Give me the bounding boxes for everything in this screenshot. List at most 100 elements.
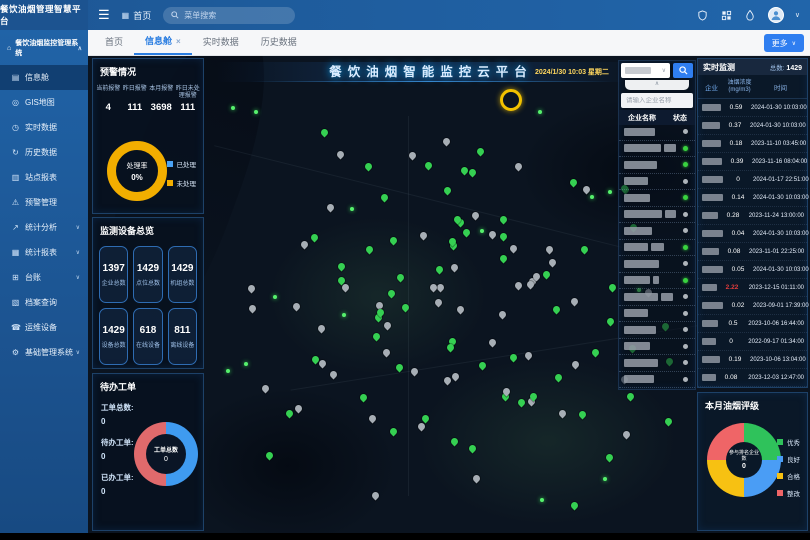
map-pin[interactable]	[372, 332, 382, 342]
map-pin[interactable]	[410, 367, 420, 377]
sidebar-item-gis-map[interactable]: ◎GIS地图	[0, 90, 88, 115]
map-pin[interactable]	[300, 240, 310, 250]
tab-history-data[interactable]: 历史数据	[250, 30, 308, 55]
map-pin[interactable]	[606, 317, 616, 327]
company-row[interactable]	[619, 273, 695, 290]
company-row[interactable]	[619, 157, 695, 174]
map-online-dot[interactable]	[480, 229, 484, 233]
map-pin[interactable]	[450, 263, 460, 273]
map-pin[interactable]	[387, 289, 397, 299]
map-pin[interactable]	[499, 215, 509, 225]
map-pin[interactable]	[292, 302, 302, 312]
realtime-row[interactable]: 0.042024-01-30 10:03:00	[698, 225, 807, 243]
company-select[interactable]: ∨	[621, 63, 670, 78]
map-pin[interactable]	[626, 392, 636, 402]
map-pin[interactable]	[359, 393, 369, 403]
map-pin[interactable]	[451, 372, 461, 382]
map-pin[interactable]	[514, 162, 524, 172]
map-pin[interactable]	[664, 417, 674, 427]
realtime-row[interactable]: 0.082023-11-01 22:25:00	[698, 243, 807, 261]
map-online-dot[interactable]	[540, 498, 544, 502]
map-pin[interactable]	[570, 501, 580, 511]
map-pin[interactable]	[554, 373, 564, 383]
map-pin[interactable]	[488, 338, 498, 348]
map-pin[interactable]	[548, 258, 558, 268]
realtime-row[interactable]: 02022-09-17 01:34:00	[698, 333, 807, 351]
map-pin[interactable]	[580, 245, 590, 255]
sidebar-item-dashboard[interactable]: ▤信息舱	[0, 65, 88, 90]
map-pin[interactable]	[462, 228, 472, 238]
realtime-row[interactable]: 0.52023-10-06 16:44:00	[698, 315, 807, 333]
map-pin[interactable]	[389, 236, 399, 246]
map-pin[interactable]	[389, 427, 399, 437]
sidebar-item-ledger[interactable]: ⊞台账∨	[0, 265, 88, 290]
map-pin[interactable]	[419, 231, 429, 241]
company-search-button[interactable]	[673, 63, 693, 78]
map-pin[interactable]	[317, 324, 327, 334]
map-pin[interactable]	[517, 398, 527, 408]
sidebar-item-device-ops[interactable]: ☎运维设备	[0, 315, 88, 340]
map-pin[interactable]	[509, 353, 519, 363]
realtime-row[interactable]: 0.022023-09-01 17:39:00	[698, 297, 807, 315]
map-pin[interactable]	[429, 283, 439, 293]
map-pin[interactable]	[514, 281, 524, 291]
map-online-dot[interactable]	[244, 362, 248, 366]
map-pin[interactable]	[456, 305, 466, 315]
sidebar-item-statistics-report[interactable]: ▦统计报表∨	[0, 240, 88, 265]
map-pin[interactable]	[395, 363, 405, 373]
map-online-dot[interactable]	[603, 477, 607, 481]
sidebar-item-station-report[interactable]: ▥站点报表	[0, 165, 88, 190]
chevron-down-icon[interactable]: ∨	[795, 11, 800, 19]
company-row[interactable]	[619, 207, 695, 224]
map-pin[interactable]	[265, 451, 275, 461]
map-pin[interactable]	[310, 233, 320, 243]
map-pin[interactable]	[468, 168, 478, 178]
map-pin[interactable]	[401, 303, 411, 313]
apps-icon[interactable]	[720, 9, 733, 22]
map-online-dot[interactable]	[254, 110, 258, 114]
map-pin[interactable]	[320, 128, 330, 138]
map-pin[interactable]	[329, 370, 339, 380]
sidebar-item-base-system[interactable]: ⚙基础管理系统∨	[0, 340, 88, 365]
map-pin[interactable]	[337, 262, 347, 272]
company-row[interactable]	[619, 372, 695, 389]
map-pin[interactable]	[326, 203, 336, 213]
company-row[interactable]	[619, 322, 695, 339]
map-pin[interactable]	[341, 283, 351, 293]
company-row[interactable]	[619, 240, 695, 257]
company-row[interactable]	[619, 289, 695, 306]
map-pin[interactable]	[408, 151, 418, 161]
sidebar-system-header[interactable]: ⌂ 餐饮油烟监控管理系统 ∧	[0, 30, 88, 65]
map-online-dot[interactable]	[350, 207, 354, 211]
map-pin[interactable]	[460, 166, 470, 176]
sidebar-item-history-data[interactable]: ↻历史数据	[0, 140, 88, 165]
map-pin[interactable]	[248, 304, 258, 314]
map-pin[interactable]	[443, 186, 453, 196]
map-online-dot[interactable]	[231, 106, 235, 110]
map-pin[interactable]	[434, 298, 444, 308]
tab-home[interactable]: 首页	[94, 30, 134, 55]
map-pin[interactable]	[261, 384, 271, 394]
map-pin[interactable]	[622, 430, 632, 440]
map-pin[interactable]	[382, 348, 392, 358]
map-pin[interactable]	[569, 178, 579, 188]
realtime-row[interactable]: 0.282023-11-24 13:00:00	[698, 207, 807, 225]
map-pin[interactable]	[318, 359, 328, 369]
company-row[interactable]	[619, 223, 695, 240]
map-pin[interactable]	[450, 437, 460, 447]
realtime-row[interactable]: 0.592024-01-30 10:03:00	[698, 99, 807, 117]
map-pin[interactable]	[570, 297, 580, 307]
map-pin[interactable]	[488, 230, 498, 240]
sidebar-item-realtime-data[interactable]: ◷实时数据	[0, 115, 88, 140]
map-pin[interactable]	[365, 245, 375, 255]
menu-search-input[interactable]	[184, 11, 287, 20]
map-online-dot[interactable]	[342, 313, 346, 317]
map-pin[interactable]	[499, 232, 509, 242]
map-pin[interactable]	[498, 310, 508, 320]
realtime-row[interactable]: 0.182023-11-10 03:45:00	[698, 135, 807, 153]
map-pin[interactable]	[499, 254, 509, 264]
map-online-dot[interactable]	[608, 190, 612, 194]
map-pin[interactable]	[471, 211, 481, 221]
realtime-row[interactable]: 2.222023-12-15 01:11:00	[698, 279, 807, 297]
map-pin[interactable]	[578, 410, 588, 420]
